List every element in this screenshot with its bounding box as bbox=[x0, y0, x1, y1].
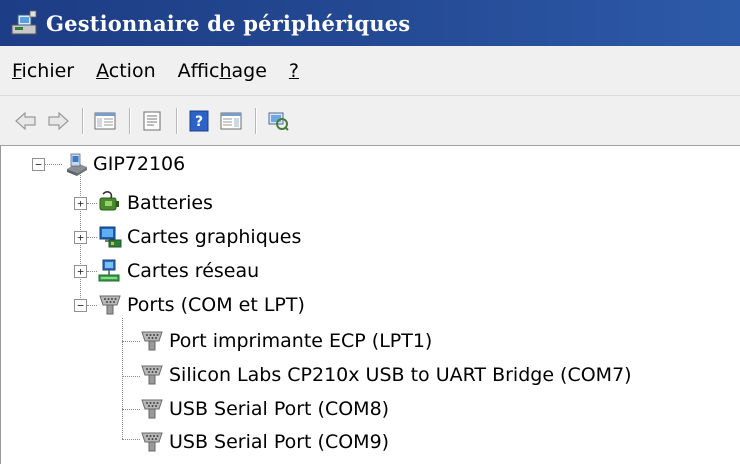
tree-item-port-com9[interactable]: USB Serial Port (COM9) bbox=[139, 425, 389, 459]
help-icon[interactable]: ? bbox=[185, 107, 213, 135]
tree-line bbox=[122, 439, 140, 440]
tree-item-port-com7[interactable]: Silicon Labs CP210x USB to UART Bridge (… bbox=[139, 358, 632, 392]
tree-line bbox=[87, 305, 97, 306]
title-bar[interactable]: Gestionnaire de périphériques bbox=[0, 0, 740, 46]
tree-item-cartes-graphiques[interactable]: Cartes graphiques bbox=[97, 220, 301, 254]
battery-icon bbox=[97, 190, 123, 216]
tree-item-cartes-reseau[interactable]: Cartes réseau bbox=[97, 254, 259, 288]
back-arrow-icon[interactable] bbox=[12, 107, 40, 135]
menu-bar: Fichier Action Affichage ? bbox=[0, 46, 740, 96]
port-icon bbox=[139, 429, 165, 455]
window-title: Gestionnaire de périphériques bbox=[46, 10, 411, 36]
device-tree[interactable]: − GIP72106 + Batteries + Cartes graphiqu… bbox=[0, 146, 740, 464]
port-icon bbox=[139, 396, 165, 422]
expand-toggle[interactable]: + bbox=[74, 265, 87, 278]
collapse-toggle[interactable]: − bbox=[74, 299, 87, 312]
tree-item-label: Batteries bbox=[127, 192, 213, 214]
menu-fichier[interactable]: Fichier bbox=[12, 60, 74, 82]
tree-item-label: Port imprimante ECP (LPT1) bbox=[169, 330, 433, 352]
tree-item-label: Cartes graphiques bbox=[127, 226, 302, 248]
tree-item-batteries[interactable]: Batteries bbox=[97, 186, 213, 220]
port-icon bbox=[97, 292, 123, 318]
tree-item-label: Cartes réseau bbox=[127, 260, 260, 282]
menu-help[interactable]: ? bbox=[289, 60, 299, 82]
tree-line bbox=[44, 164, 62, 165]
port-icon bbox=[139, 362, 165, 388]
tree-item-label: USB Serial Port (COM9) bbox=[169, 431, 390, 453]
tree-item-port-com8[interactable]: USB Serial Port (COM8) bbox=[139, 392, 389, 426]
menu-action[interactable]: Action bbox=[96, 60, 156, 82]
port-icon bbox=[139, 328, 165, 354]
computer-icon bbox=[63, 151, 89, 177]
expand-toggle[interactable]: + bbox=[74, 197, 87, 210]
collapse-toggle[interactable]: − bbox=[32, 158, 45, 171]
device-manager-icon bbox=[10, 9, 40, 37]
tree-line bbox=[122, 341, 140, 342]
tree-line bbox=[122, 318, 123, 439]
console-tree-icon[interactable] bbox=[91, 107, 119, 135]
properties-icon[interactable] bbox=[138, 107, 166, 135]
tree-line bbox=[122, 376, 140, 377]
scan-hardware-icon[interactable] bbox=[264, 107, 292, 135]
tree-line bbox=[87, 237, 97, 238]
tree-line bbox=[87, 203, 97, 204]
expand-toggle[interactable]: + bbox=[74, 231, 87, 244]
network-adapter-icon bbox=[97, 258, 123, 284]
forward-arrow-icon[interactable] bbox=[44, 107, 72, 135]
tree-item-label: Ports (COM et LPT) bbox=[127, 294, 305, 316]
tree-line bbox=[87, 271, 97, 272]
tree-item-port-lpt1[interactable]: Port imprimante ECP (LPT1) bbox=[139, 324, 432, 358]
tree-item-label: Silicon Labs CP210x USB to UART Bridge (… bbox=[169, 364, 632, 386]
toolbar-separator bbox=[255, 107, 256, 134]
tree-item-ports[interactable]: Ports (COM et LPT) bbox=[97, 288, 305, 322]
tree-item-label: USB Serial Port (COM8) bbox=[169, 398, 390, 420]
toolbar-separator bbox=[129, 107, 130, 134]
toolbar-separator bbox=[176, 107, 177, 134]
tree-line bbox=[122, 409, 140, 410]
tree-root-label: GIP72106 bbox=[93, 153, 186, 175]
action-pane-icon[interactable] bbox=[217, 107, 245, 135]
svg-text:?: ? bbox=[195, 114, 203, 130]
tree-root[interactable]: GIP72106 bbox=[63, 147, 185, 181]
toolbar: ? bbox=[0, 96, 740, 146]
toolbar-separator bbox=[82, 107, 83, 134]
display-adapter-icon bbox=[97, 224, 123, 250]
menu-affichage[interactable]: Affichage bbox=[178, 60, 267, 82]
